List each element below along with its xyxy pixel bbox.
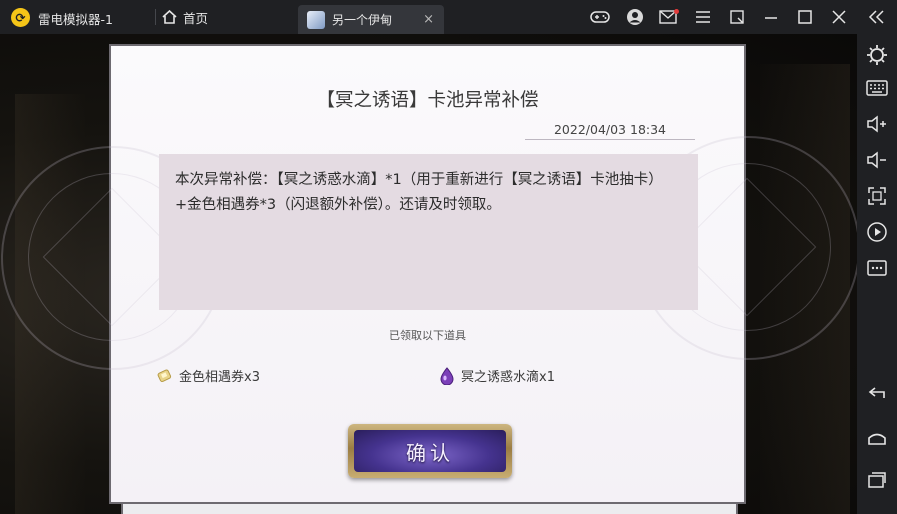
game-viewport: 【冥之诱语】卡池异常补偿 2022/04/03 18:34 本次异常补偿：【冥之…	[0, 34, 857, 514]
menu-icon[interactable]	[693, 7, 713, 27]
confirm-button[interactable]: 确认	[348, 424, 512, 478]
home-tab[interactable]: 首页	[162, 6, 208, 28]
volume-down-icon[interactable]	[865, 148, 889, 172]
dialog-date: 2022/04/03 18:34	[553, 122, 667, 137]
golden-ticket-icon	[157, 369, 172, 382]
close-icon[interactable]	[829, 7, 849, 27]
received-label: 已领取以下道具	[389, 329, 466, 342]
divider	[525, 139, 695, 140]
compensation-dialog: 【冥之诱语】卡池异常补偿 2022/04/03 18:34 本次异常补偿：【冥之…	[1, 44, 857, 504]
recent-apps-icon[interactable]	[865, 468, 889, 492]
restore-icon[interactable]	[727, 7, 747, 27]
settings-icon[interactable]	[865, 43, 889, 67]
dialog-shadow-panel	[121, 504, 738, 514]
gamepad-icon[interactable]	[590, 7, 610, 27]
game-tab-label: 另一个伊甸	[332, 13, 393, 27]
home-tab-label: 首页	[183, 10, 209, 26]
reward-label: 金色相遇券x3	[179, 370, 260, 385]
mail-icon[interactable]	[659, 7, 679, 27]
volume-up-icon[interactable]	[865, 112, 889, 136]
confirm-button-label: 确认	[354, 430, 506, 472]
reward-label: 冥之诱惑水滴x1	[461, 370, 555, 385]
maximize-icon[interactable]	[795, 7, 815, 27]
reward-item: 冥之诱惑水滴x1	[439, 366, 555, 385]
dialog-title: 【冥之诱语】卡池异常补偿	[316, 90, 539, 111]
collapse-icon[interactable]	[867, 7, 887, 27]
message-body: 本次异常补偿：【冥之诱惑水滴】*1（用于重新进行【冥之诱语】卡池抽卡）+金色相遇…	[159, 154, 698, 310]
game-tab[interactable]: 另一个伊甸 ×	[298, 5, 444, 34]
home-icon[interactable]	[865, 426, 889, 450]
back-icon[interactable]	[865, 381, 889, 405]
tab-close-button[interactable]: ×	[423, 12, 434, 27]
message-text: 本次异常补偿：【冥之诱惑水滴】*1（用于重新进行【冥之诱语】卡池抽卡）+金色相遇…	[175, 172, 663, 213]
home-icon	[162, 10, 177, 24]
purple-droplet-icon	[440, 366, 454, 385]
divider	[155, 9, 156, 25]
more-icon[interactable]	[865, 256, 889, 280]
fullscreen-icon[interactable]	[865, 184, 889, 208]
app-logo-icon: ⟳	[11, 8, 30, 27]
title-bar: ⟳ 雷电模拟器-1 首页 另一个伊甸 ×	[0, 0, 897, 34]
user-icon[interactable]	[625, 7, 645, 27]
minimize-icon[interactable]	[761, 7, 781, 27]
emulator-toolbar	[857, 34, 897, 514]
keyboard-icon[interactable]	[865, 76, 889, 100]
game-tab-icon	[307, 10, 325, 29]
record-icon[interactable]	[865, 220, 889, 244]
reward-item: 金色相遇券x3	[157, 366, 260, 385]
app-title: 雷电模拟器-1	[38, 12, 113, 27]
